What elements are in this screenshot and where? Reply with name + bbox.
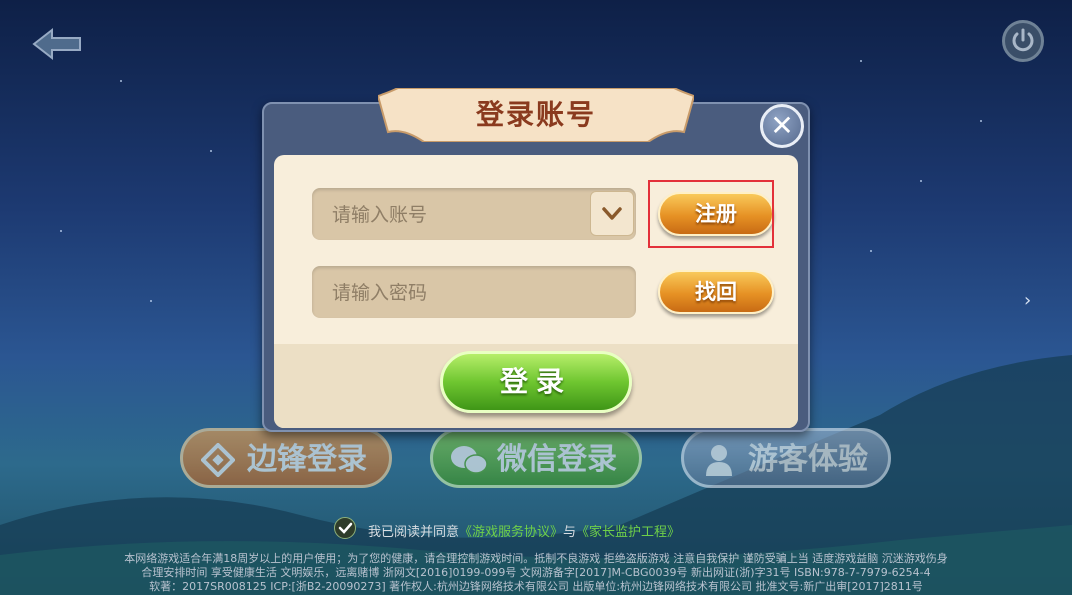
service-agreement-link[interactable]: 《游戏服务协议》 [459,525,563,540]
account-input[interactable] [330,188,594,242]
bianfeng-login-button[interactable]: 边锋登录 [180,428,392,488]
close-icon: ✕ [770,109,794,142]
user-icon [706,445,732,476]
password-input[interactable] [330,266,594,320]
chevron-right-icon[interactable]: › [1024,290,1031,311]
wechat-login-button[interactable]: 微信登录 [430,428,642,488]
guest-login-button[interactable]: 游客体验 [681,428,891,488]
chevron-down-icon [602,207,622,220]
legal-notice-line-3: 软著：2017SR008125 ICP:[浙B2-20090273] 著作权人:… [149,580,923,593]
agreement-text: 我已阅读并同意《游戏服务协议》与《家长监护工程》 [368,521,680,540]
recover-button[interactable]: 找回 [658,270,774,314]
account-field[interactable] [312,188,636,242]
password-field[interactable] [312,266,636,320]
login-button[interactable]: 登录 [440,351,632,413]
legal-notice-line-1: 本网络游戏适合年满18周岁以上的用户使用；为了您的健康，请合理控制游戏时间。抵制… [124,552,948,565]
wechat-login-label: 微信登录 [497,442,617,477]
power-icon [1012,28,1034,52]
account-dropdown-button[interactable] [590,191,634,236]
agreement-checkbox[interactable] [334,517,356,539]
wechat-icon [451,446,488,474]
close-button[interactable]: ✕ [760,104,804,148]
bianfeng-login-label: 边锋登录 [247,442,367,477]
legal-notice-line-2: 合理安排时间 享受健康生活 文明娱乐，远离赌博 浙网文[2016]0199-09… [141,566,931,579]
checkmark-icon [338,522,353,534]
parental-guardianship-link[interactable]: 《家长监护工程》 [576,525,680,540]
agreement-joiner: 与 [563,525,577,540]
guest-login-label: 游客体验 [748,442,868,477]
power-button[interactable] [1002,20,1044,62]
agreement-prefix: 我已阅读并同意 [368,525,460,540]
dialog-title: 登录账号 [475,98,596,131]
back-arrow-icon[interactable] [30,26,84,62]
bianfeng-logo-icon [201,443,235,477]
register-highlight-box [648,180,774,248]
